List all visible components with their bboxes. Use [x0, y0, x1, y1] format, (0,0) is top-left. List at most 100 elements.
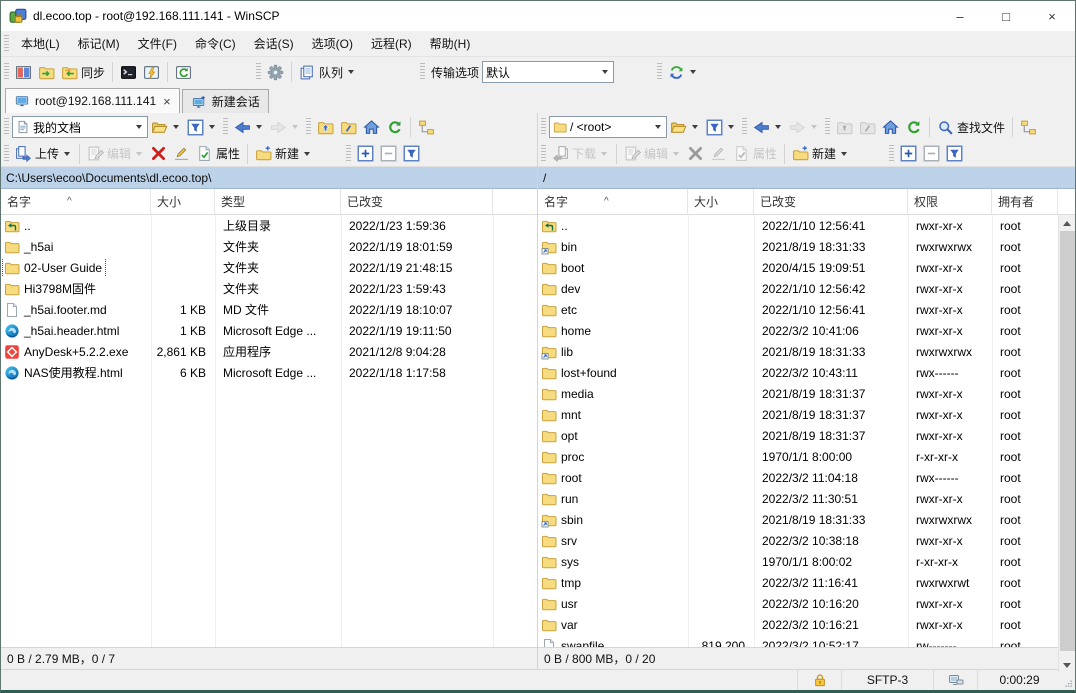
resize-grip[interactable] — [1061, 670, 1075, 690]
table-row[interactable]: Hi3798M固件文件夹2022/1/23 1:59:43 — [1, 278, 537, 299]
column-header[interactable]: 名字^ — [538, 189, 688, 214]
open-terminal-button[interactable] — [117, 62, 140, 83]
table-row[interactable]: lib2021/8/19 18:31:33rwxrwxrwxroot — [538, 341, 1075, 362]
home-directory-button[interactable] — [879, 117, 902, 138]
parent-directory-button[interactable] — [833, 117, 856, 138]
local-path-combo[interactable]: 我的文档 — [12, 116, 148, 138]
menu-item[interactable]: 会话(S) — [245, 31, 303, 56]
delete-button[interactable] — [684, 143, 707, 164]
column-header[interactable]: 大小 — [688, 189, 754, 214]
new-button[interactable]: 新建 — [252, 143, 315, 164]
menu-item[interactable]: 本地(L) — [12, 31, 69, 56]
select-remove-button[interactable] — [377, 143, 400, 164]
local-address-bar[interactable]: C:\Users\ecoo\Documents\dl.ecoo.top\ — [1, 167, 537, 189]
table-row[interactable]: mnt2021/8/19 18:31:37rwxr-xr-xroot — [538, 404, 1075, 425]
select-add-button[interactable] — [897, 143, 920, 164]
vertical-scrollbar[interactable] — [1058, 215, 1075, 673]
open-directory-button[interactable] — [148, 117, 184, 138]
edit-button[interactable]: 编辑 — [84, 143, 147, 164]
forward-button[interactable] — [267, 117, 303, 138]
table-row[interactable]: media2021/8/19 18:31:37rwxr-xr-xroot — [538, 383, 1075, 404]
queue-button[interactable]: 队列 — [296, 62, 359, 83]
table-row[interactable]: usr2022/3/2 10:16:20rwxr-xr-xroot — [538, 593, 1075, 614]
close-button[interactable]: × — [1029, 1, 1075, 31]
upload-button[interactable]: 上传 — [12, 143, 75, 164]
menu-item[interactable]: 命令(C) — [186, 31, 245, 56]
menu-item[interactable]: 帮助(H) — [421, 31, 480, 56]
column-header[interactable]: 已改变 — [754, 189, 908, 214]
table-row[interactable]: dev2022/1/10 12:56:42rwxr-xr-xroot — [538, 278, 1075, 299]
table-row[interactable]: lost+found2022/3/2 10:43:11rwx------root — [538, 362, 1075, 383]
column-header[interactable]: 已改变 — [341, 189, 493, 214]
table-row[interactable]: boot2020/4/15 19:09:51rwxr-xr-xroot — [538, 257, 1075, 278]
directory-tree-button[interactable] — [415, 117, 438, 138]
synchronize-button[interactable]: 同步 — [58, 62, 108, 83]
delete-button[interactable] — [147, 143, 170, 164]
forward-button[interactable] — [786, 117, 822, 138]
tab-close-icon[interactable]: × — [163, 94, 171, 109]
menu-item[interactable]: 远程(R) — [362, 31, 421, 56]
table-row[interactable]: home2022/3/2 10:41:06rwxr-xr-xroot — [538, 320, 1075, 341]
scrollbar-thumb[interactable] — [1060, 231, 1075, 651]
properties-button[interactable]: 属性 — [730, 143, 780, 164]
back-button[interactable] — [231, 117, 267, 138]
preferences-button[interactable] — [264, 62, 287, 83]
home-directory-button[interactable] — [360, 117, 383, 138]
scroll-down-icon[interactable] — [1059, 657, 1075, 673]
sync-browsing-button[interactable] — [35, 62, 58, 83]
session-tab[interactable]: 新建会话 — [182, 89, 269, 113]
column-header[interactable]: 权限 — [908, 189, 992, 214]
remote-path-combo[interactable]: / <root> — [549, 116, 667, 138]
table-row[interactable]: ..上级目录2022/1/23 1:59:36 — [1, 215, 537, 236]
filter-button[interactable] — [703, 117, 739, 138]
table-row[interactable]: AnyDesk+5.2.2.exe2,861 KB应用程序2021/12/8 9… — [1, 341, 537, 362]
root-directory-button[interactable] — [856, 117, 879, 138]
root-directory-button[interactable] — [337, 117, 360, 138]
table-row[interactable]: srv2022/3/2 10:38:18rwxr-xr-xroot — [538, 530, 1075, 551]
table-row[interactable]: ..2022/1/10 12:56:41rwxr-xr-xroot — [538, 215, 1075, 236]
commander-layout-button[interactable] — [12, 62, 35, 83]
column-header[interactable]: 大小 — [151, 189, 215, 214]
rename-button[interactable] — [707, 143, 730, 164]
select-add-button[interactable] — [354, 143, 377, 164]
refresh-button[interactable] — [902, 117, 925, 138]
session-tab[interactable]: root@192.168.111.141 × — [5, 88, 180, 113]
table-row[interactable]: proc1970/1/1 8:00:00r-xr-xr-xroot — [538, 446, 1075, 467]
console-button[interactable] — [140, 62, 163, 83]
menu-item[interactable]: 选项(O) — [303, 31, 362, 56]
table-row[interactable]: etc2022/1/10 12:56:41rwxr-xr-xroot — [538, 299, 1075, 320]
menu-item[interactable]: 标记(M) — [69, 31, 129, 56]
select-remove-button[interactable] — [920, 143, 943, 164]
column-header[interactable]: 名字^ — [1, 189, 151, 214]
table-row[interactable]: _h5ai.header.html1 KBMicrosoft Edge ...2… — [1, 320, 537, 341]
transfer-preset-combo[interactable]: 默认 — [482, 61, 614, 83]
scroll-up-icon[interactable] — [1059, 215, 1075, 231]
rename-button[interactable] — [170, 143, 193, 164]
properties-button[interactable]: 属性 — [193, 143, 243, 164]
new-button[interactable]: 新建 — [789, 143, 852, 164]
menu-item[interactable]: 文件(F) — [129, 31, 186, 56]
select-filter-button[interactable] — [943, 143, 966, 164]
edit-button[interactable]: 编辑 — [621, 143, 684, 164]
table-row[interactable]: opt2021/8/19 18:31:37rwxr-xr-xroot — [538, 425, 1075, 446]
maximize-button[interactable]: □ — [983, 1, 1029, 31]
table-row[interactable]: root2022/3/2 11:04:18rwx------root — [538, 467, 1075, 488]
table-row[interactable]: bin2021/8/19 18:31:33rwxrwxrwxroot — [538, 236, 1075, 257]
select-filter-button[interactable] — [400, 143, 423, 164]
column-header[interactable]: 类型 — [215, 189, 341, 214]
protocol-cell[interactable]: SFTP-3 — [841, 670, 933, 690]
find-files-button[interactable]: 查找文件 — [934, 117, 1008, 138]
table-row[interactable]: sbin2021/8/19 18:31:33rwxrwxrwxroot — [538, 509, 1075, 530]
table-row[interactable]: sys1970/1/1 8:00:02r-xr-xr-xroot — [538, 551, 1075, 572]
table-row[interactable]: _h5ai.footer.md1 KBMD 文件2022/1/19 18:10:… — [1, 299, 537, 320]
table-row[interactable]: swapfile819,2002022/3/2 10:52:17rw------… — [538, 635, 1075, 647]
table-row[interactable]: NAS使用教程.html6 KBMicrosoft Edge ...2022/1… — [1, 362, 537, 383]
back-button[interactable] — [750, 117, 786, 138]
table-row[interactable]: tmp2022/3/2 11:16:41rwxrwxrwtroot — [538, 572, 1075, 593]
directory-tree-button[interactable] — [1017, 117, 1040, 138]
minimize-button[interactable]: – — [937, 1, 983, 31]
download-button[interactable]: 下载 — [549, 143, 612, 164]
filter-button[interactable] — [184, 117, 220, 138]
transfer-mode-button[interactable] — [665, 62, 701, 83]
column-header[interactable]: 拥有者 — [992, 189, 1058, 214]
